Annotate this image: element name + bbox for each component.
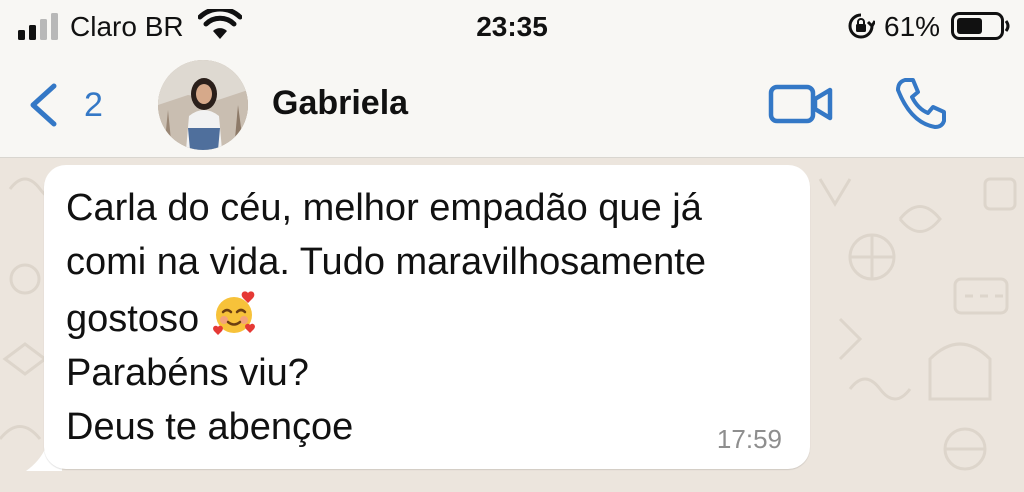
message-bubble[interactable]: Carla do céu, melhor empadão que já comi… — [44, 165, 810, 469]
battery-icon — [951, 12, 1010, 40]
rotation-lock-icon — [848, 13, 875, 39]
status-bar: Claro BR 23:35 61% — [0, 0, 1024, 56]
message-timestamp: 17:59 — [716, 424, 782, 454]
video-call-icon[interactable] — [768, 82, 834, 126]
profile-photo-icon — [158, 60, 248, 150]
unread-count: 2 — [84, 85, 103, 124]
battery-percent: 61% — [884, 11, 941, 42]
message-text-part-1: Carla do céu, melhor empadão que já comi… — [66, 187, 706, 340]
phone-call-icon[interactable] — [893, 76, 947, 130]
chat-header: 2 Gabriela — [0, 56, 1024, 158]
message-text-part-2: Parabéns viu? Deus te abençoe — [66, 352, 354, 448]
message-text: Carla do céu, melhor empadão que já comi… — [66, 181, 796, 454]
top-bar: Claro BR 23:35 61% 2 Gabriela — [0, 0, 1024, 158]
smiling-face-with-hearts-icon — [212, 291, 255, 335]
chat-area[interactable]: Carla do céu, melhor empadão que já comi… — [0, 159, 1024, 492]
back-button[interactable]: 2 — [28, 80, 118, 130]
chevron-left-icon — [30, 83, 57, 127]
contact-name[interactable]: Gabriela — [272, 84, 408, 123]
whatsapp-chat-screen: Claro BR 23:35 61% 2 Gabriela Carla do c… — [0, 0, 1024, 492]
avatar[interactable] — [158, 60, 248, 150]
